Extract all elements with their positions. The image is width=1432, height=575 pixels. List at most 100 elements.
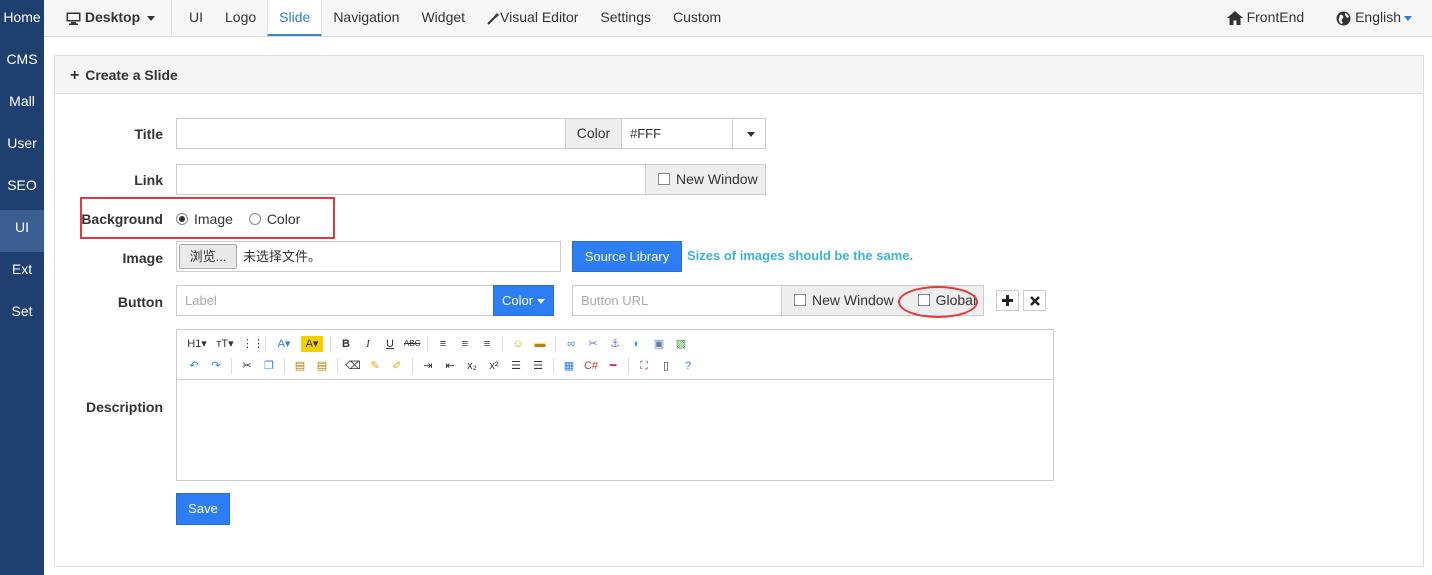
save-button[interactable]: Save xyxy=(176,493,230,525)
strikethrough-icon[interactable]: ABC xyxy=(404,336,420,352)
ordered-list-icon[interactable]: ☰ xyxy=(508,358,524,374)
button-color-dropdown[interactable]: Color xyxy=(493,285,554,316)
rich-text-editor: H1▾ тT▾ ⋮⋮ A▾ A▾ B I U ABC ≡ ≡ ≡ ☺ ▬ ∞ ✂… xyxy=(176,329,1054,481)
no-file-text: 未选择文件。 xyxy=(243,249,322,264)
source-icon[interactable]: ▯ xyxy=(658,358,674,374)
left-sidebar: Home CMS Mall User SEO UI Ext Set xyxy=(0,0,44,575)
desktop-dropdown[interactable]: Desktop xyxy=(44,0,173,36)
add-button[interactable] xyxy=(996,290,1019,311)
editor-content-area[interactable] xyxy=(177,380,1053,480)
chevron-down-icon xyxy=(1404,15,1412,21)
undo-icon[interactable]: ↶ xyxy=(186,358,202,374)
flash-icon[interactable]: ◐ xyxy=(629,336,645,352)
browse-button[interactable]: 浏览... xyxy=(179,244,237,269)
chevron-down-icon xyxy=(746,131,755,137)
frontend-label: FrontEnd xyxy=(1246,9,1305,25)
tab-ui[interactable]: UI xyxy=(178,0,214,36)
code-icon[interactable]: C# xyxy=(583,358,599,374)
link-new-window-addon[interactable]: New Window xyxy=(645,164,766,195)
outdent-icon[interactable]: ⇤ xyxy=(442,358,458,374)
language-dropdown[interactable]: English xyxy=(1324,0,1432,36)
format-painter-icon[interactable]: ✐ xyxy=(389,358,405,374)
editor-toolbar: H1▾ тT▾ ⋮⋮ A▾ A▾ B I U ABC ≡ ≡ ≡ ☺ ▬ ∞ ✂… xyxy=(177,330,1053,380)
tab-logo[interactable]: Logo xyxy=(214,0,267,36)
desktop-label: Desktop xyxy=(84,9,141,25)
annotation-highlight-oval xyxy=(898,286,978,318)
sidebar-item-home[interactable]: Home xyxy=(0,0,44,42)
magic-wand-icon xyxy=(487,11,501,25)
help-icon[interactable]: ? xyxy=(680,358,696,374)
align-right-icon[interactable]: ≡ xyxy=(479,336,495,352)
tab-widget[interactable]: Widget xyxy=(410,0,476,36)
link-label: Link xyxy=(134,172,163,188)
remove-button[interactable] xyxy=(1023,290,1046,311)
tab-navigation[interactable]: Navigation xyxy=(322,0,410,36)
color-input[interactable]: #FFF xyxy=(621,118,733,149)
image-radio[interactable] xyxy=(176,213,188,226)
bg-option-color[interactable]: Color xyxy=(248,211,300,227)
sidebar-item-cms[interactable]: CMS xyxy=(0,42,44,84)
tab-visual-editor[interactable]: Visual Editor xyxy=(476,0,589,36)
frontend-link[interactable]: FrontEnd xyxy=(1215,0,1324,36)
eraser-icon[interactable]: ⌫ xyxy=(345,358,361,374)
horizontal-rule-icon[interactable]: ━ xyxy=(605,358,621,374)
superscript-icon[interactable]: x² xyxy=(486,358,502,374)
source-library-button[interactable]: Source Library xyxy=(572,241,682,272)
heading-icon[interactable]: H1▾ xyxy=(186,336,208,352)
tab-settings[interactable]: Settings xyxy=(589,0,662,36)
indent-icon[interactable]: ⇥ xyxy=(420,358,436,374)
new-window-checkbox[interactable] xyxy=(658,173,670,186)
paste-icon[interactable]: ▤ xyxy=(292,358,308,374)
button-new-window-option[interactable]: New Window xyxy=(794,292,894,308)
file-input[interactable]: 浏览... 未选择文件。 xyxy=(176,241,561,272)
font-color-icon[interactable]: A▾ xyxy=(273,336,295,352)
media-icon[interactable]: ▣ xyxy=(651,336,667,352)
background-options: Image Color xyxy=(176,211,300,227)
emoji-icon[interactable]: ☺ xyxy=(510,336,526,352)
copy-icon[interactable]: ❐ xyxy=(261,358,277,374)
paste-text-icon[interactable]: ▤ xyxy=(314,358,330,374)
anchor-icon[interactable]: ⚓ xyxy=(607,336,623,352)
highlight-color-icon[interactable]: A▾ xyxy=(301,336,323,352)
picture-icon[interactable]: ▨ xyxy=(673,336,689,352)
button-label-input[interactable]: Label xyxy=(176,285,494,316)
redo-icon[interactable]: ↷ xyxy=(208,358,224,374)
brush-icon[interactable]: ✎ xyxy=(367,358,383,374)
sidebar-item-ui[interactable]: UI xyxy=(0,210,44,252)
fullscreen-icon[interactable]: ⛶ xyxy=(636,358,652,374)
color-addon: Color xyxy=(565,118,622,149)
image-insert-icon[interactable]: ▬ xyxy=(532,336,548,352)
button-url-input[interactable]: Button URL xyxy=(572,285,782,316)
unlink-icon[interactable]: ✂ xyxy=(585,336,601,352)
sidebar-item-mall[interactable]: Mall xyxy=(0,84,44,126)
bold-icon[interactable]: B xyxy=(338,336,354,352)
italic-icon[interactable]: I xyxy=(360,336,376,352)
unordered-list-icon[interactable]: ☰ xyxy=(530,358,546,374)
link-icon[interactable]: ∞ xyxy=(563,336,579,352)
color-radio[interactable] xyxy=(248,213,261,226)
tab-slide[interactable]: Slide xyxy=(267,0,323,36)
sidebar-item-user[interactable]: User xyxy=(0,126,44,168)
align-left-icon[interactable]: ≡ xyxy=(435,336,451,352)
cut-icon[interactable]: ✂ xyxy=(239,358,255,374)
line-height-icon[interactable]: ⋮⋮ xyxy=(242,336,264,352)
plus-icon: + xyxy=(70,67,80,84)
underline-icon[interactable]: U xyxy=(382,336,398,352)
monitor-icon xyxy=(66,12,81,25)
sidebar-item-set[interactable]: Set xyxy=(0,294,44,336)
tab-custom[interactable]: Custom xyxy=(662,0,732,36)
sidebar-item-ext[interactable]: Ext xyxy=(0,252,44,294)
sidebar-item-seo[interactable]: SEO xyxy=(0,168,44,210)
home-icon xyxy=(1226,11,1243,26)
table-icon[interactable]: ▦ xyxy=(561,358,577,374)
title-input[interactable] xyxy=(176,118,566,149)
button-new-window-checkbox[interactable] xyxy=(794,294,806,307)
font-size-icon[interactable]: тT▾ xyxy=(214,336,236,352)
color-dropdown-button[interactable] xyxy=(732,118,766,149)
subscript-icon[interactable]: x₂ xyxy=(464,358,480,374)
link-input[interactable] xyxy=(176,164,646,195)
close-icon xyxy=(1029,296,1040,306)
align-center-icon[interactable]: ≡ xyxy=(457,336,473,352)
panel-title: Create a Slide xyxy=(85,67,178,83)
bg-option-image[interactable]: Image xyxy=(176,211,233,227)
